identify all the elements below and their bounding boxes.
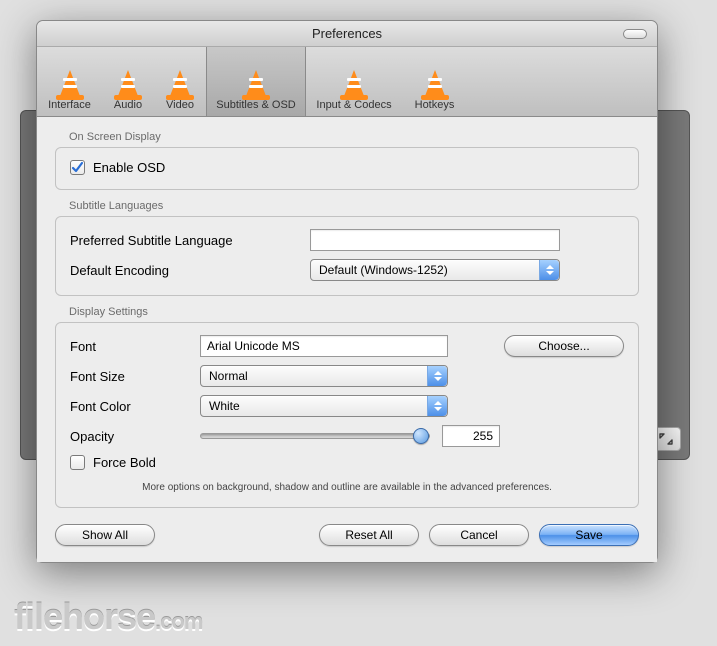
- group-osd: Enable OSD: [55, 147, 639, 190]
- font-color-select[interactable]: White: [200, 395, 448, 417]
- tab-interface[interactable]: Interface: [37, 47, 102, 116]
- button-label: Choose...: [538, 339, 589, 353]
- tab-hotkeys[interactable]: Hotkeys: [402, 47, 467, 116]
- tab-label: Hotkeys: [415, 99, 455, 111]
- tab-subtitles-osd[interactable]: Subtitles & OSD: [206, 47, 306, 116]
- button-label: Cancel: [460, 528, 497, 542]
- toolbar: Interface Audio Video Subtitles & OSD In…: [37, 47, 657, 117]
- button-label: Save: [575, 528, 602, 542]
- cancel-button[interactable]: Cancel: [429, 524, 529, 546]
- button-label: Show All: [82, 528, 128, 542]
- cone-icon: [237, 58, 275, 96]
- dialog-buttons: Show All Reset All Cancel Save: [55, 518, 639, 546]
- window-title: Preferences: [312, 26, 382, 41]
- default-encoding-label: Default Encoding: [70, 263, 310, 278]
- save-button[interactable]: Save: [539, 524, 639, 546]
- select-value: Default (Windows-1252): [319, 263, 448, 277]
- enable-osd-label: Enable OSD: [93, 160, 165, 175]
- opacity-label: Opacity: [70, 429, 200, 444]
- group-lang: Preferred Subtitle Language Default Enco…: [55, 216, 639, 296]
- group-label-display: Display Settings: [69, 306, 639, 318]
- force-bold-checkbox[interactable]: [70, 455, 85, 470]
- tab-label: Interface: [48, 99, 91, 111]
- tab-label: Input & Codecs: [316, 99, 391, 111]
- opacity-slider[interactable]: [200, 433, 430, 439]
- font-input[interactable]: [200, 335, 448, 357]
- preferred-lang-input[interactable]: [310, 229, 560, 251]
- chevron-updown-icon: [539, 260, 559, 280]
- group-label-osd: On Screen Display: [69, 131, 639, 143]
- chevron-updown-icon: [427, 366, 447, 386]
- tab-label: Subtitles & OSD: [216, 99, 295, 111]
- show-all-button[interactable]: Show All: [55, 524, 155, 546]
- reset-all-button[interactable]: Reset All: [319, 524, 419, 546]
- tab-audio[interactable]: Audio: [102, 47, 154, 116]
- cone-icon: [109, 58, 147, 96]
- font-size-label: Font Size: [70, 369, 200, 384]
- slider-knob[interactable]: [413, 428, 429, 444]
- font-label: Font: [70, 339, 200, 354]
- group-label-lang: Subtitle Languages: [69, 200, 639, 212]
- cone-icon: [416, 58, 454, 96]
- force-bold-label: Force Bold: [93, 455, 156, 470]
- font-size-select[interactable]: Normal: [200, 365, 448, 387]
- button-label: Reset All: [345, 528, 392, 542]
- preferences-window: Preferences Interface Audio Video Subtit…: [36, 20, 658, 563]
- group-display: Font Choose... Font Size Normal Font Col…: [55, 322, 639, 508]
- choose-font-button[interactable]: Choose...: [504, 335, 624, 357]
- content-pane: On Screen Display Enable OSD Subtitle La…: [37, 117, 657, 562]
- tab-input-codecs[interactable]: Input & Codecs: [306, 47, 402, 116]
- cone-icon: [161, 58, 199, 96]
- tab-label: Video: [166, 99, 194, 111]
- select-value: White: [209, 399, 240, 413]
- cone-icon: [51, 58, 89, 96]
- default-encoding-select[interactable]: Default (Windows-1252): [310, 259, 560, 281]
- opacity-value-input[interactable]: [442, 425, 500, 447]
- chevron-updown-icon: [427, 396, 447, 416]
- toolbar-pill-button[interactable]: [623, 29, 647, 39]
- titlebar[interactable]: Preferences: [37, 21, 657, 47]
- advanced-note: More options on background, shadow and o…: [70, 482, 624, 493]
- preferred-lang-label: Preferred Subtitle Language: [70, 233, 310, 248]
- cone-icon: [335, 58, 373, 96]
- enable-osd-checkbox[interactable]: [70, 160, 85, 175]
- select-value: Normal: [209, 369, 248, 383]
- font-color-label: Font Color: [70, 399, 200, 414]
- filehorse-watermark: filehorse.com: [14, 596, 202, 638]
- tab-video[interactable]: Video: [154, 47, 206, 116]
- tab-label: Audio: [114, 99, 142, 111]
